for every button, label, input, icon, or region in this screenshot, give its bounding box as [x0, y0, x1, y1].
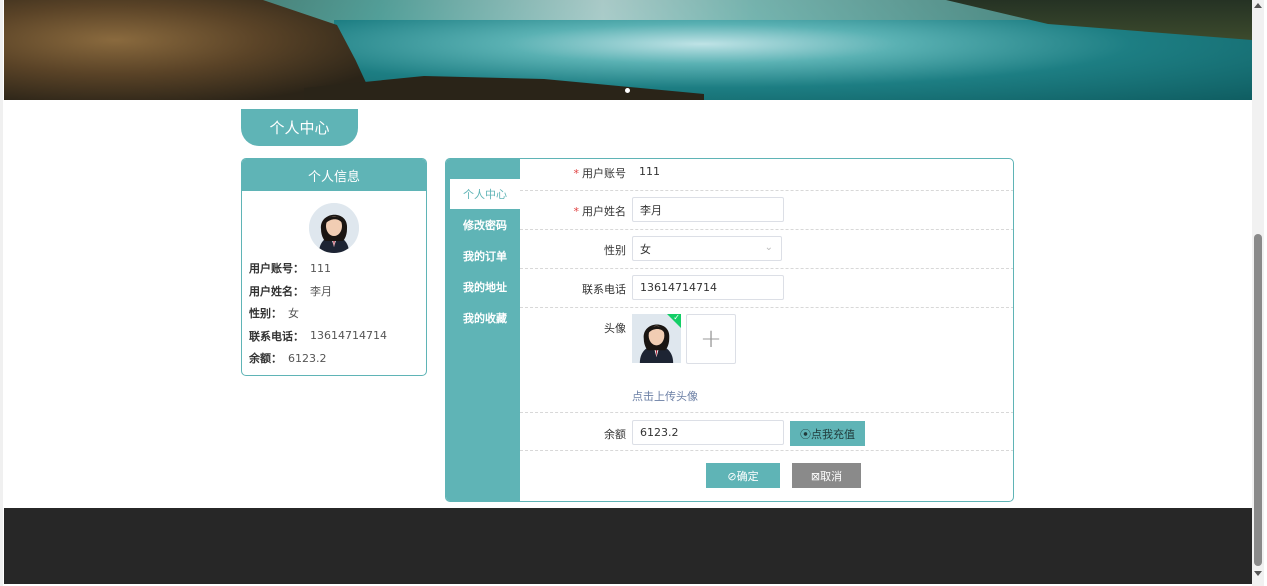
plus-icon: + [700, 324, 722, 354]
info-row-account: 用户账号： 111 [249, 257, 387, 280]
info-row-gender: 性别： 女 [249, 302, 387, 325]
avatar-thumbnail[interactable]: ✓ [632, 314, 681, 363]
chevron-down-icon: ⌄ [764, 242, 773, 253]
recharge-button[interactable]: ⦿点我充值 [790, 421, 865, 446]
nav-item-label: 我的订单 [463, 250, 507, 263]
balance-label: 余额 [604, 428, 626, 441]
recharge-button-label: ⦿点我充值 [800, 427, 855, 441]
nav-item-change-password[interactable]: 修改密码 [450, 210, 520, 240]
account-value: 111 [639, 165, 660, 178]
nav-item-label: 修改密码 [463, 219, 507, 232]
form-row-name: * 用户姓名 李月 [520, 191, 1013, 230]
upload-tip[interactable]: 点击上传头像 [632, 388, 698, 404]
form-row-balance: 余额 6123.2 ⦿点我充值 [520, 413, 1013, 451]
avatar-label: 头像 [604, 322, 626, 335]
form-row-gender: 性别 女 ⌄ [520, 230, 1013, 269]
balance-input-value: 6123.2 [640, 426, 679, 439]
phone-label: 联系电话 [582, 283, 626, 296]
info-label: 用户姓名： [249, 284, 304, 298]
info-card-title: 个人信息 [307, 169, 360, 185]
scrollbar-thumb[interactable] [1254, 234, 1262, 566]
info-value: 李月 [310, 284, 332, 298]
balance-input[interactable]: 6123.2 [632, 420, 784, 445]
info-list: 用户账号： 111 用户姓名： 李月 性别： 女 联系电话： 136147147… [249, 257, 387, 370]
banner-image [4, 0, 1252, 100]
required-mark: * [573, 205, 580, 218]
confirm-button-label: ⊘确定 [727, 469, 759, 483]
nav-item-addresses[interactable]: 我的地址 [450, 272, 520, 302]
vertical-scrollbar[interactable] [1252, 0, 1264, 586]
confirm-button[interactable]: ⊘确定 [706, 463, 780, 488]
name-input-value: 李月 [640, 203, 662, 217]
scroll-up-arrow-icon[interactable] [1254, 3, 1262, 8]
carousel-indicator[interactable] [625, 88, 630, 93]
info-value: 13614714714 [310, 329, 387, 343]
account-label-text: 用户账号 [582, 167, 626, 180]
nav-item-favorites[interactable]: 我的收藏 [450, 303, 520, 333]
side-nav: 个人中心 修改密码 我的订单 我的地址 我的收藏 [446, 159, 520, 501]
avatar [309, 203, 359, 253]
nav-item-orders[interactable]: 我的订单 [450, 241, 520, 271]
info-label: 用户账号： [249, 262, 304, 276]
info-row-balance: 余额： 6123.2 [249, 347, 387, 370]
info-label: 性别： [249, 307, 282, 321]
info-row-phone: 联系电话： 13614714714 [249, 325, 387, 348]
info-row-name: 用户姓名： 李月 [249, 280, 387, 303]
form-row-avatar: 头像 ✓ + 点击上传头像 [520, 308, 1013, 413]
personal-info-card: 个人信息 用户账号： 111 用户姓名： 李月 性别： 女 联系电话： 1361… [241, 158, 427, 376]
nav-item-profile[interactable]: 个人中心 [450, 179, 520, 209]
cancel-button-label: ⊠取消 [810, 469, 843, 483]
cancel-button[interactable]: ⊠取消 [792, 463, 861, 488]
avatar-portrait-icon [309, 203, 359, 253]
required-mark: * [573, 167, 580, 180]
info-card-header: 个人信息 [242, 159, 426, 191]
info-label: 联系电话： [249, 329, 304, 343]
info-value: 6123.2 [288, 351, 327, 365]
section-title: 个人中心 [269, 119, 330, 137]
gender-label: 性别 [604, 244, 626, 257]
gender-select-value: 女 [640, 242, 651, 256]
name-label-text: 用户姓名 [582, 205, 626, 218]
nav-item-label: 个人中心 [463, 188, 507, 201]
form-row-actions: ⊘确定 ⊠取消 [520, 451, 1013, 501]
upload-plus-button[interactable]: + [686, 314, 736, 364]
account-label: * 用户账号 [574, 165, 627, 181]
section-title-tab: 个人中心 [241, 109, 358, 146]
form-row-phone: 联系电话 13614714714 [520, 269, 1013, 308]
phone-input[interactable]: 13614714714 [632, 275, 784, 300]
form-row-account: * 用户账号 111 [520, 159, 1013, 191]
check-icon: ✓ [673, 314, 680, 322]
profile-panel: 个人中心 修改密码 我的订单 我的地址 我的收藏 * 用户账号 111 * 用户姓名… [445, 158, 1014, 502]
scroll-down-arrow-icon[interactable] [1254, 571, 1262, 576]
nav-item-label: 我的收藏 [463, 312, 507, 325]
page-footer [4, 508, 1252, 584]
gender-select[interactable]: 女 ⌄ [632, 236, 782, 261]
info-value: 女 [288, 307, 299, 321]
name-input[interactable]: 李月 [632, 197, 784, 222]
info-value: 111 [310, 261, 331, 275]
name-label: * 用户姓名 [574, 203, 627, 219]
phone-input-value: 13614714714 [640, 281, 717, 294]
nav-item-label: 我的地址 [463, 281, 507, 294]
info-label: 余额： [249, 352, 282, 366]
